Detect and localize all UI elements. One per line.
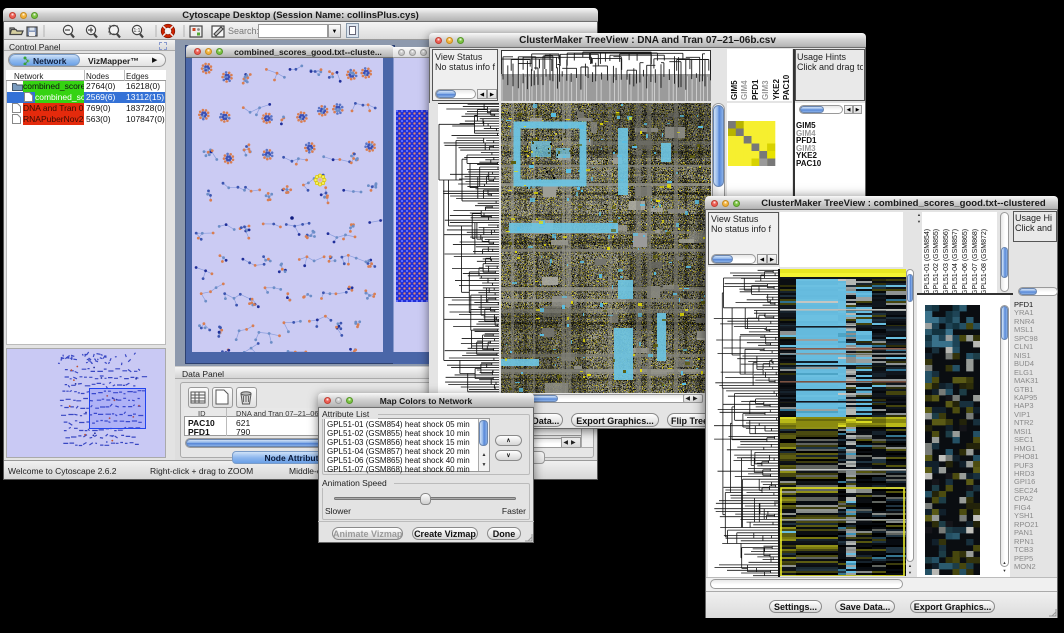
svg-text:1:1: 1:1	[134, 28, 141, 34]
